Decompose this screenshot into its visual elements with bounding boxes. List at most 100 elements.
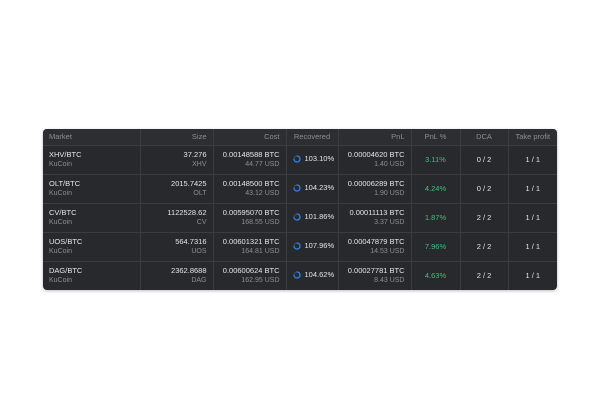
table-row[interactable]: UOS/BTC KuCoin 564.7316 UOS 0.00601321 B… <box>43 232 557 261</box>
pnl-btc: 0.00011113 BTC <box>349 207 405 217</box>
take-profit-value: 1 / 1 <box>525 212 541 222</box>
size-value: 2015.7425 <box>171 178 207 188</box>
exchange-name: KuCoin <box>49 247 72 255</box>
size-unit: CV <box>196 218 207 226</box>
pnl-btc: 0.00027781 BTC <box>347 265 405 275</box>
size-cell: 37.276 XHV <box>140 145 214 174</box>
dca-value: 2 / 2 <box>460 203 509 232</box>
dca-value: 0 / 2 <box>460 145 509 174</box>
pnl-percent-value: 4.24% <box>411 174 461 203</box>
pnl-cell: 0.00011113 BTC 3.37 USD <box>338 203 412 232</box>
cost-usd: 44.77 USD <box>245 160 280 168</box>
pnl-usd: 8.43 USD <box>374 276 405 284</box>
dca-value: 2 / 2 <box>460 232 509 261</box>
market-pair: XHV/BTC <box>49 149 82 159</box>
progress-ring-icon <box>292 271 301 279</box>
size-unit: DAG <box>191 276 207 284</box>
cost-usd: 162.95 USD <box>241 276 280 284</box>
column-header-pnl-percent[interactable]: PnL % <box>411 129 461 146</box>
recovered-cell: 103.10% <box>286 145 339 174</box>
column-header-size[interactable]: Size <box>140 129 214 146</box>
market-cell: CV/BTC KuCoin <box>43 203 141 232</box>
pnl-percent-value: 7.96% <box>411 232 461 261</box>
cost-usd: 43.12 USD <box>245 189 280 197</box>
cost-btc: 0.00601321 BTC <box>222 236 280 246</box>
size-value: 564.7316 <box>175 236 207 246</box>
column-header-take-profit[interactable]: Take profit <box>508 129 557 146</box>
cost-cell: 0.00148588 BTC 44.77 USD <box>213 145 287 174</box>
size-cell: 2362.8688 DAG <box>140 261 214 290</box>
cost-usd: 164.81 USD <box>241 247 280 255</box>
table-row[interactable]: XHV/BTC KuCoin 37.276 XHV 0.00148588 BTC… <box>43 145 557 174</box>
size-value: 37.276 <box>183 149 207 159</box>
size-value: 2362.8688 <box>171 265 207 275</box>
cost-btc: 0.00595070 BTC <box>222 207 280 217</box>
pnl-percent-value: 4.63% <box>411 261 461 290</box>
cost-cell: 0.00595070 BTC 168.55 USD <box>213 203 287 232</box>
market-pair: UOS/BTC <box>49 236 83 246</box>
column-header-cost[interactable]: Cost <box>213 129 287 146</box>
exchange-name: KuCoin <box>49 189 72 197</box>
exchange-name: KuCoin <box>49 276 72 284</box>
pnl-cell: 0.00006289 BTC 1.90 USD <box>338 174 412 203</box>
pnl-btc: 0.00004620 BTC <box>347 149 405 159</box>
size-unit: OLT <box>193 189 207 197</box>
table-row[interactable]: DAG/BTC KuCoin 2362.8688 DAG 0.00600624 … <box>43 261 557 290</box>
size-cell: 564.7316 UOS <box>140 232 214 261</box>
pnl-cell: 0.00004620 BTC 1.40 USD <box>338 145 412 174</box>
recovered-cell: 104.62% <box>286 261 339 290</box>
cost-usd: 168.55 USD <box>241 218 280 226</box>
column-header-recovered[interactable]: Recovered <box>286 129 339 146</box>
dca-value: 0 / 2 <box>460 174 509 203</box>
pnl-usd: 1.90 USD <box>374 189 405 197</box>
table-header: Market Size Cost Recovered PnL PnL % DCA… <box>43 129 557 146</box>
pnl-btc: 0.00006289 BTC <box>347 178 405 188</box>
column-header-dca[interactable]: DCA <box>460 129 509 146</box>
exchange-name: KuCoin <box>49 218 72 226</box>
exchange-name: KuCoin <box>49 160 72 168</box>
take-profit-value: 1 / 1 <box>525 154 541 164</box>
progress-ring-icon <box>292 241 301 250</box>
market-cell: UOS/BTC KuCoin <box>43 232 141 261</box>
table-row[interactable]: OLT/BTC KuCoin 2015.7425 OLT 0.00148500 … <box>43 174 557 203</box>
column-header-pnl[interactable]: PnL <box>338 129 412 146</box>
cost-cell: 0.00601321 BTC 164.81 USD <box>213 232 287 261</box>
recovered-cell: 107.96% <box>286 232 339 261</box>
pnl-usd: 14.53 USD <box>370 247 405 255</box>
pnl-percent-value: 3.11% <box>411 145 461 174</box>
take-profit-value: 1 / 1 <box>525 183 541 193</box>
dca-value: 2 / 2 <box>460 261 509 290</box>
recovered-value: 104.23% <box>304 182 335 192</box>
market-pair: DAG/BTC <box>49 265 83 275</box>
cost-btc: 0.00148500 BTC <box>222 178 280 188</box>
size-cell: 1122528.62 CV <box>140 203 214 232</box>
cost-cell: 0.00148500 BTC 43.12 USD <box>213 174 287 203</box>
progress-ring-icon <box>292 212 301 221</box>
column-header-market[interactable]: Market <box>43 129 141 146</box>
progress-ring-icon <box>292 183 301 192</box>
take-profit-value: 1 / 1 <box>525 270 541 280</box>
pnl-cell: 0.00047879 BTC 14.53 USD <box>338 232 412 261</box>
market-cell: DAG/BTC KuCoin <box>43 261 141 290</box>
market-cell: OLT/BTC KuCoin <box>43 174 141 203</box>
table-row[interactable]: CV/BTC KuCoin 1122528.62 CV 0.00595070 B… <box>43 203 557 232</box>
table-body: XHV/BTC KuCoin 37.276 XHV 0.00148588 BTC… <box>43 145 557 290</box>
recovered-value: 104.62% <box>304 269 335 279</box>
cost-btc: 0.00148588 BTC <box>222 149 280 159</box>
progress-ring-icon <box>292 154 301 163</box>
size-unit: UOS <box>191 247 207 255</box>
recovered-cell: 104.23% <box>286 174 339 203</box>
recovered-value: 101.86% <box>304 211 335 221</box>
cost-cell: 0.00600624 BTC 162.95 USD <box>213 261 287 290</box>
market-cell: XHV/BTC KuCoin <box>43 145 141 174</box>
cost-btc: 0.00600624 BTC <box>222 265 280 275</box>
size-value: 1122528.62 <box>167 207 207 217</box>
size-cell: 2015.7425 OLT <box>140 174 214 203</box>
market-pair: CV/BTC <box>49 207 77 217</box>
pnl-cell: 0.00027781 BTC 8.43 USD <box>338 261 412 290</box>
recovered-value: 103.10% <box>304 153 335 163</box>
recovered-value: 107.96% <box>304 240 335 250</box>
size-unit: XHV <box>192 160 207 168</box>
positions-table-panel: Market Size Cost Recovered PnL PnL % DCA… <box>43 129 557 290</box>
recovered-cell: 101.86% <box>286 203 339 232</box>
